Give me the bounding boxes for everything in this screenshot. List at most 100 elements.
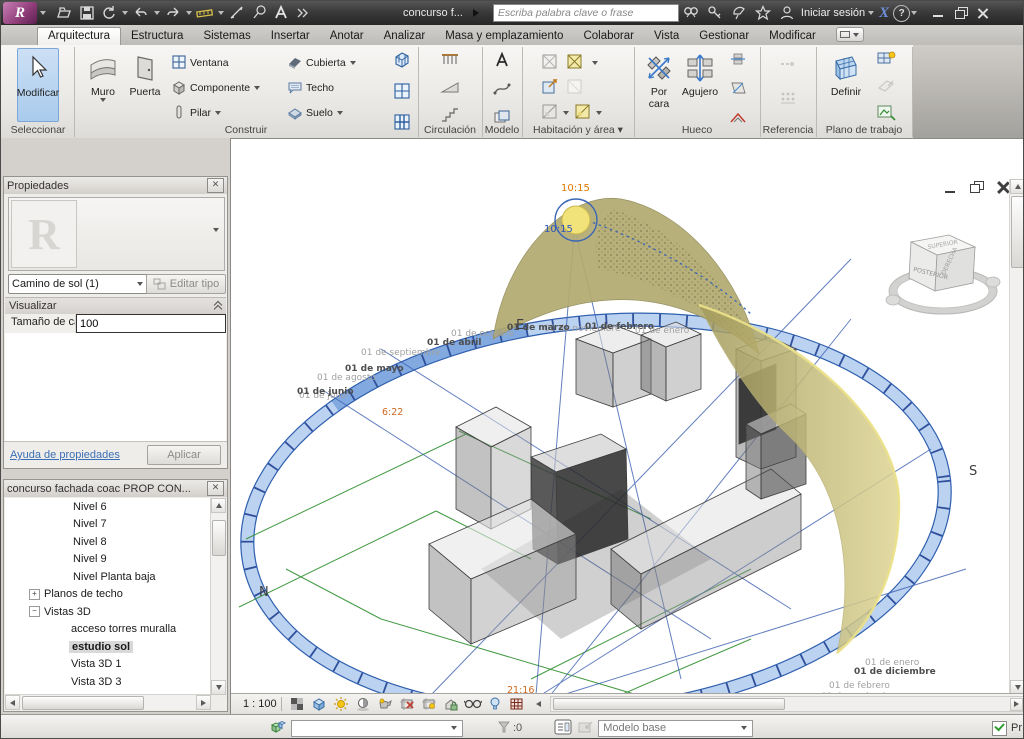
define-workplane-button[interactable]: Definir: [825, 48, 867, 120]
panel-label-circulacion[interactable]: Circulación: [419, 123, 481, 138]
tree-item-vista-3d-1[interactable]: Vista 3D 1: [5, 656, 211, 674]
apply-button[interactable]: Aplicar: [147, 445, 221, 465]
tab-anotar[interactable]: Anotar: [320, 28, 374, 45]
tree-item-nivel-8[interactable]: Nivel 8: [5, 533, 211, 551]
text-icon[interactable]: [271, 3, 291, 23]
scroll-thumb-h[interactable]: [22, 696, 144, 710]
panel-label-plano-trabajo[interactable]: Plano de trabajo: [817, 123, 911, 138]
browser-horizontal-scrollbar[interactable]: [5, 694, 211, 710]
shaft-button[interactable]: Agujero: [679, 48, 721, 120]
panel-label-referencia[interactable]: Referencia: [761, 123, 815, 138]
workset-combo[interactable]: [291, 720, 463, 737]
search-input[interactable]: [493, 4, 679, 22]
temporary-hide-isolate-icon[interactable]: [462, 695, 484, 713]
area-icon[interactable]: [541, 103, 558, 123]
render-dialog-icon[interactable]: [374, 695, 396, 713]
ref-point-icon[interactable]: [779, 90, 797, 111]
expand-icon[interactable]: +: [29, 589, 40, 600]
room-separator-icon[interactable]: [566, 53, 583, 73]
section-visualizar[interactable]: Visualizar: [5, 297, 226, 315]
tab-insertar[interactable]: Insertar: [261, 28, 320, 45]
undo-caret-icon[interactable]: [154, 11, 160, 15]
model-line-icon[interactable]: [493, 82, 511, 101]
properties-close-icon[interactable]: ✕: [207, 178, 224, 193]
panel-label-modelo[interactable]: Modelo: [483, 123, 521, 138]
railing-icon[interactable]: [440, 51, 460, 72]
project-browser-close-icon[interactable]: ✕: [207, 481, 224, 496]
view-restore-button[interactable]: [969, 181, 985, 194]
component-button[interactable]: Componente: [171, 76, 261, 100]
tree-item-nivel-7[interactable]: Nivel 7: [5, 516, 211, 534]
toolbar-expand-icon[interactable]: [293, 3, 313, 23]
tab-estructura[interactable]: Estructura: [121, 28, 193, 45]
measure-icon[interactable]: [195, 3, 215, 23]
tab-analizar[interactable]: Analizar: [374, 28, 436, 45]
ceiling-button[interactable]: Techo: [287, 76, 334, 100]
open-icon[interactable]: [55, 3, 75, 23]
shadows-icon[interactable]: [352, 695, 374, 713]
help-icon[interactable]: ?: [893, 5, 910, 22]
view-scroll-thumb[interactable]: [1011, 196, 1024, 268]
tree-item-nivel-6[interactable]: Nivel 6: [5, 498, 211, 516]
vcb-collapse-arrow-icon[interactable]: [528, 695, 550, 713]
tag-room-icon[interactable]: [541, 78, 558, 98]
floor-button[interactable]: Suelo: [287, 101, 344, 125]
vertical-opening-icon[interactable]: [729, 80, 747, 101]
design-options-pick-icon[interactable]: [578, 720, 594, 737]
tree-item-nivel-9[interactable]: Nivel 9: [5, 551, 211, 569]
tree-item-estudio-sol[interactable]: estudio sol: [5, 638, 211, 656]
title-menu-arrow-icon[interactable]: [473, 9, 479, 17]
wall-opening-icon[interactable]: [729, 51, 747, 72]
favorites-star-icon[interactable]: [751, 3, 775, 23]
scroll-down-icon[interactable]: [211, 680, 226, 695]
analytical-model-icon[interactable]: [506, 695, 528, 713]
lock-3d-view-icon[interactable]: [440, 695, 462, 713]
redo-caret-icon[interactable]: [186, 11, 192, 15]
workplane-viewer-faded-icon[interactable]: [876, 78, 896, 97]
show-workplane-icon[interactable]: [876, 49, 896, 72]
panel-label-habitacion[interactable]: Habitación y área ▾: [523, 123, 633, 138]
view-scroll-right-icon[interactable]: [1010, 698, 1023, 711]
redo-icon[interactable]: [163, 3, 183, 23]
collapse-chevron-icon[interactable]: [215, 302, 222, 310]
properties-header[interactable]: Propiedades ✕: [4, 177, 227, 194]
scroll-left-icon[interactable]: [5, 695, 20, 710]
area-plan-icon[interactable]: [566, 78, 583, 98]
ribbon-state-toggle[interactable]: [836, 27, 864, 42]
tree-item-vista-3d-3[interactable]: Vista 3D 3: [5, 673, 211, 691]
crop-region-icon[interactable]: [418, 695, 440, 713]
modify-button[interactable]: Modificar: [17, 48, 59, 122]
detail-level-icon[interactable]: [286, 695, 308, 713]
minimize-button[interactable]: [932, 7, 946, 19]
wall-button[interactable]: Muro: [83, 48, 123, 120]
scroll-thumb[interactable]: [212, 520, 226, 556]
properties-help-link[interactable]: Ayuda de propiedades: [10, 449, 120, 461]
sign-in-caret-icon[interactable]: [868, 11, 874, 15]
view-vertical-scrollbar[interactable]: [1009, 179, 1024, 695]
save-icon[interactable]: [77, 3, 97, 23]
panel-label-construir[interactable]: Construir: [75, 123, 417, 138]
reveal-hidden-icon[interactable]: [484, 695, 506, 713]
model-text-icon[interactable]: [493, 51, 511, 74]
edit-type-button[interactable]: Editar tipo: [146, 274, 226, 294]
drawing-area[interactable]: 10:15 10:15 6:22 21:16 E S N 01 de octub…: [231, 138, 1024, 714]
sync-caret-icon[interactable]: [122, 11, 128, 15]
curtain-system-icon[interactable]: [393, 51, 411, 74]
user-icon[interactable]: [775, 3, 799, 23]
selection-filter-icon[interactable]: [497, 720, 511, 737]
param-value-input[interactable]: [76, 314, 226, 333]
design-option-combo[interactable]: Modelo base: [598, 720, 753, 737]
tree-item-vistas-3d[interactable]: −Vistas 3D: [5, 603, 211, 621]
area-boundary-icon[interactable]: [574, 103, 591, 123]
app-menu-button[interactable]: R: [3, 2, 37, 24]
tab-colaborar[interactable]: Colaborar: [573, 28, 644, 45]
crop-view-icon[interactable]: [396, 695, 418, 713]
tab-gestionar[interactable]: Gestionar: [689, 28, 759, 45]
type-selector-combo[interactable]: Camino de sol (1): [8, 274, 148, 294]
ramp-icon[interactable]: [440, 80, 460, 99]
tree-item-planos-de-techo[interactable]: +Planos de techo: [5, 586, 211, 604]
tab-arquitectura[interactable]: Arquitectura: [37, 27, 121, 45]
undo-icon[interactable]: [131, 3, 151, 23]
worksets-icon[interactable]: [269, 719, 287, 738]
type-selector-caret-icon[interactable]: [213, 228, 219, 232]
